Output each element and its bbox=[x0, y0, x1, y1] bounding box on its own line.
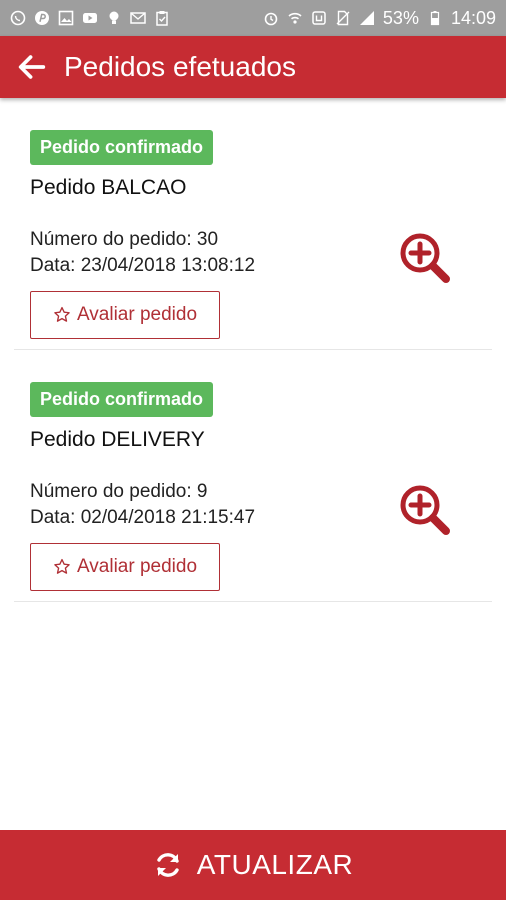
order-date: Data: 23/04/2018 13:08:12 bbox=[30, 255, 256, 276]
rate-order-button[interactable]: Avaliar pedido bbox=[30, 543, 220, 591]
pinterest-icon bbox=[34, 10, 50, 26]
back-button[interactable] bbox=[0, 36, 64, 98]
status-bar-notifications bbox=[10, 10, 170, 26]
app-bar: Pedidos efetuados bbox=[0, 36, 506, 98]
signal-icon bbox=[359, 10, 375, 26]
whatsapp-icon bbox=[10, 10, 26, 26]
star-icon bbox=[54, 306, 70, 322]
order-number: Número do pedido: 30 bbox=[30, 229, 219, 250]
order-details-button[interactable] bbox=[398, 231, 452, 285]
page-title: Pedidos efetuados bbox=[64, 51, 296, 82]
order-type: Pedido BALCAO bbox=[30, 176, 187, 199]
refresh-icon bbox=[157, 853, 179, 877]
battery-percent: 53% bbox=[382, 7, 419, 28]
zoom-in-icon bbox=[400, 233, 450, 283]
order-card: Pedido confirmado Pedido DELIVERY Número… bbox=[14, 350, 492, 602]
status-bar-system: 53% 14:09 bbox=[263, 8, 496, 29]
rate-order-button[interactable]: Avaliar pedido bbox=[30, 291, 220, 339]
order-date: Data: 02/04/2018 21:15:47 bbox=[30, 507, 256, 528]
rate-order-label: Avaliar pedido bbox=[76, 556, 198, 577]
mail-icon bbox=[130, 10, 146, 26]
gallery-icon bbox=[58, 10, 74, 26]
arrow-left-icon bbox=[18, 55, 46, 79]
clock: 14:09 bbox=[450, 7, 496, 28]
status-badge: Pedido confirmado bbox=[30, 130, 214, 165]
youtube-icon bbox=[82, 10, 98, 26]
order-card: Pedido confirmado Pedido BALCAO Número d… bbox=[14, 98, 492, 350]
nfc-icon bbox=[311, 10, 327, 26]
status-badge: Pedido confirmado bbox=[30, 382, 214, 417]
status-bar: 53% 14:09 bbox=[0, 0, 506, 36]
no-sim-icon bbox=[335, 10, 351, 26]
zoom-in-icon bbox=[400, 485, 450, 535]
wifi-icon bbox=[287, 10, 303, 26]
alarm-icon bbox=[263, 10, 279, 26]
order-details-button[interactable] bbox=[398, 483, 452, 537]
order-type: Pedido DELIVERY bbox=[30, 428, 205, 451]
orders-list: Pedido confirmado Pedido BALCAO Número d… bbox=[0, 98, 506, 602]
star-icon bbox=[54, 558, 70, 574]
refresh-button[interactable]: ATUALIZAR bbox=[0, 830, 506, 900]
battery-icon bbox=[427, 10, 443, 26]
refresh-label: ATUALIZAR bbox=[196, 849, 354, 880]
clipboard-icon bbox=[154, 10, 170, 26]
bulb-icon bbox=[106, 10, 122, 26]
rate-order-label: Avaliar pedido bbox=[76, 304, 198, 325]
order-number: Número do pedido: 9 bbox=[30, 481, 208, 502]
